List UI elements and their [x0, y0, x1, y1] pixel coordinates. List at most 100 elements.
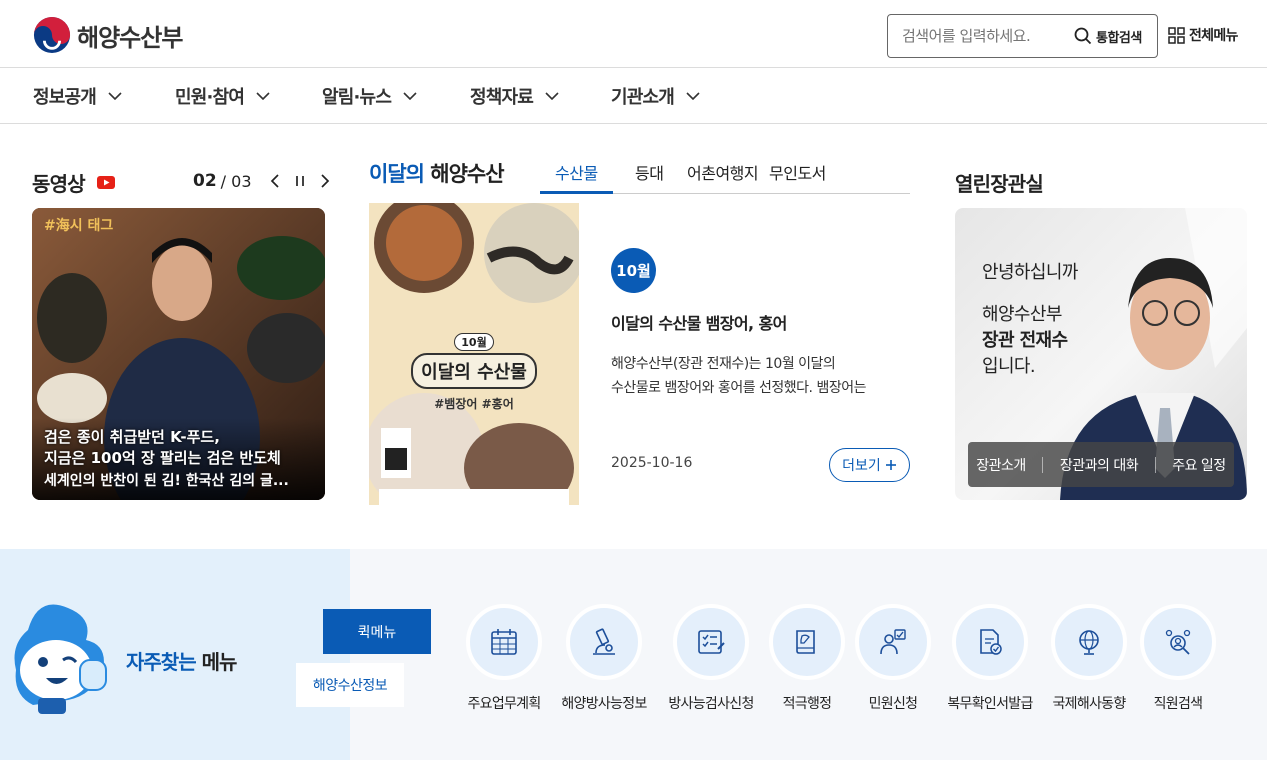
grid-menu-icon [1168, 26, 1185, 44]
quick-item-service-cert[interactable]: 복무확인서발급 [940, 604, 1040, 713]
minister-intro-link[interactable]: 장관소개 [976, 455, 1026, 475]
quick-item-label: 민원신청 [868, 696, 918, 712]
nav-item-info[interactable]: 정보공개 [33, 83, 122, 109]
quick-item-radiation-info[interactable]: 해양방사능정보 [554, 604, 654, 713]
quick-menu-title: 자주찾는 메뉴 [126, 646, 238, 675]
minister-links: 장관소개 장관과의 대화 주요 일정 [968, 442, 1234, 487]
quick-item-label: 주요업무계획 [467, 696, 541, 712]
poster-month-tag: 10월 [454, 333, 494, 351]
quick-item-circle [566, 604, 642, 680]
month-desc-line: 해양수산부(장관 전재수)는 10월 이달의 [611, 356, 836, 372]
quick-item-radiation-request[interactable]: 방사능검사신청 [661, 604, 761, 713]
quick-title-rest: 메뉴 [201, 650, 238, 674]
quick-item-maritime-trends[interactable]: 국제해사동향 [1039, 604, 1139, 713]
quick-item-staff-search[interactable]: 직원검색 [1128, 604, 1228, 713]
person-check-icon [880, 629, 906, 655]
youtube-icon [96, 176, 115, 189]
chevron-down-icon [403, 92, 417, 100]
tab-seafood[interactable]: 수산물 [555, 160, 598, 184]
quick-item-circle [855, 604, 931, 680]
chevron-down-icon [256, 92, 270, 100]
month-badge: 10월 [611, 248, 656, 293]
quick-tab-ocean-info[interactable]: 해양수산정보 [296, 663, 404, 707]
minister-card[interactable]: 안녕하십니까 해양수산부 장관 전재수 입니다. 장관소개 장관과의 대화 주요… [955, 208, 1247, 500]
taegeuk-logo-icon [33, 16, 71, 54]
prev-arrow-icon[interactable] [270, 173, 280, 189]
checklist-icon [698, 630, 725, 654]
active-tab-indicator [540, 191, 613, 194]
minister-talk-link[interactable]: 장관과의 대화 [1060, 455, 1139, 475]
greet-line: 입니다. [982, 356, 1036, 377]
nav-item-policy[interactable]: 정책자료 [470, 83, 559, 109]
search-button[interactable]: 통합검색 [1074, 27, 1142, 46]
more-button-label: 더보기 [842, 458, 881, 474]
month-desc-line: 수산물로 뱀장어와 홍어를 선정했다. 뱀장어는 [611, 380, 866, 396]
month-description: 해양수산부(장관 전재수)는 10월 이달의 수산물로 뱀장어와 홍어를 선정했… [611, 352, 911, 400]
nav-label: 정보공개 [33, 87, 97, 108]
month-title-highlight: 이달의 [369, 162, 425, 186]
video-tag: #海시 태그 [44, 218, 114, 234]
quick-item-circle [1051, 604, 1127, 680]
video-thumbnail[interactable]: #海시 태그 검은 종이 취급받던 K-푸드, 지금은 100억 장 팔리는 검… [32, 208, 325, 500]
poster-text: 10월 이달의 수산물 #뱀장어 #홍어 [369, 331, 579, 412]
nav-label: 정책자료 [470, 87, 534, 108]
minister-section-title: 열린장관실 [955, 172, 1044, 196]
tab-fishing-village[interactable]: 어촌여행지 [687, 160, 759, 184]
month-section-title: 이달의 해양수산 [369, 158, 505, 188]
all-menu-label: 전체메뉴 [1189, 28, 1238, 44]
search-box: 통합검색 [887, 14, 1158, 58]
month-poster[interactable]: 10월 이달의 수산물 #뱀장어 #홍어 [369, 203, 579, 505]
minister-schedule-link[interactable]: 주요 일정 [1172, 455, 1226, 475]
quick-item-circle [673, 604, 749, 680]
chevron-down-icon [108, 92, 122, 100]
site-logo[interactable]: 해양수산부 [33, 16, 183, 54]
people-search-icon [1165, 629, 1191, 655]
quick-item-label: 복무확인서발급 [947, 696, 1033, 712]
poster-title: 이달의 수산물 [411, 353, 537, 389]
greet-line: 해양수산부 [982, 304, 1062, 325]
mascot-icon [14, 604, 107, 714]
pause-icon[interactable] [294, 174, 306, 188]
calendar-icon [491, 629, 517, 655]
greet-line: 안녕하십니까 [982, 262, 1078, 283]
month-tabs: 수산물 등대 어촌여행지 무인도서 [540, 150, 910, 194]
quick-item-label: 방사능검사신청 [668, 696, 754, 712]
globe-icon [1079, 630, 1099, 655]
chevron-down-icon [686, 92, 700, 100]
pager-total: / 03 [220, 171, 252, 191]
next-arrow-icon[interactable] [320, 173, 330, 189]
nav-label: 기관소개 [611, 87, 675, 108]
quick-tab-active[interactable]: 퀵메뉴 [323, 609, 431, 654]
logo-text: 해양수산부 [77, 23, 183, 52]
quick-item-label: 직원검색 [1153, 696, 1203, 712]
quick-item-circle [769, 604, 845, 680]
quick-item-proactive-admin[interactable]: 적극행정 [757, 604, 857, 713]
nav-item-about[interactable]: 기관소개 [611, 83, 700, 109]
document-check-icon [980, 629, 1002, 655]
nav-label: 알림·뉴스 [322, 87, 392, 108]
tab-island[interactable]: 무인도서 [769, 160, 826, 184]
quick-item-circle [466, 604, 542, 680]
search-input[interactable] [902, 27, 1072, 45]
video-caption-text: 세계인의 반찬이 된 김! 한국산 김의 글... [44, 473, 289, 489]
link-divider [1042, 456, 1044, 473]
search-button-label: 통합검색 [1096, 30, 1142, 46]
greet-line: 장관 전재수 [982, 330, 1068, 351]
video-caption: 검은 종이 취급받던 K-푸드, 지금은 100억 장 팔리는 검은 반도체 세… [32, 418, 325, 500]
book-icon [796, 630, 815, 654]
month-headline[interactable]: 이달의 수산물 뱀장어, 홍어 [611, 310, 787, 334]
all-menu-button[interactable]: 전체메뉴 [1168, 25, 1238, 45]
more-button[interactable]: 더보기 [829, 448, 910, 482]
nav-label: 민원·참여 [175, 87, 245, 108]
quick-title-highlight: 자주찾는 [126, 650, 197, 674]
quick-item-petition[interactable]: 민원신청 [843, 604, 943, 713]
nav-item-news[interactable]: 알림·뉴스 [322, 83, 417, 109]
site-header: 해양수산부 통합검색 전체메뉴 [0, 0, 1267, 68]
search-icon [1074, 27, 1092, 45]
quick-item-work-plan[interactable]: 주요업무계획 [454, 604, 554, 713]
tab-lighthouse[interactable]: 등대 [635, 160, 664, 184]
poster-tags: #뱀장어 #홍어 [434, 397, 514, 411]
quick-item-label: 적극행정 [782, 696, 832, 712]
month-date: 2025-10-16 [611, 455, 693, 471]
nav-item-petition[interactable]: 민원·참여 [175, 83, 270, 109]
